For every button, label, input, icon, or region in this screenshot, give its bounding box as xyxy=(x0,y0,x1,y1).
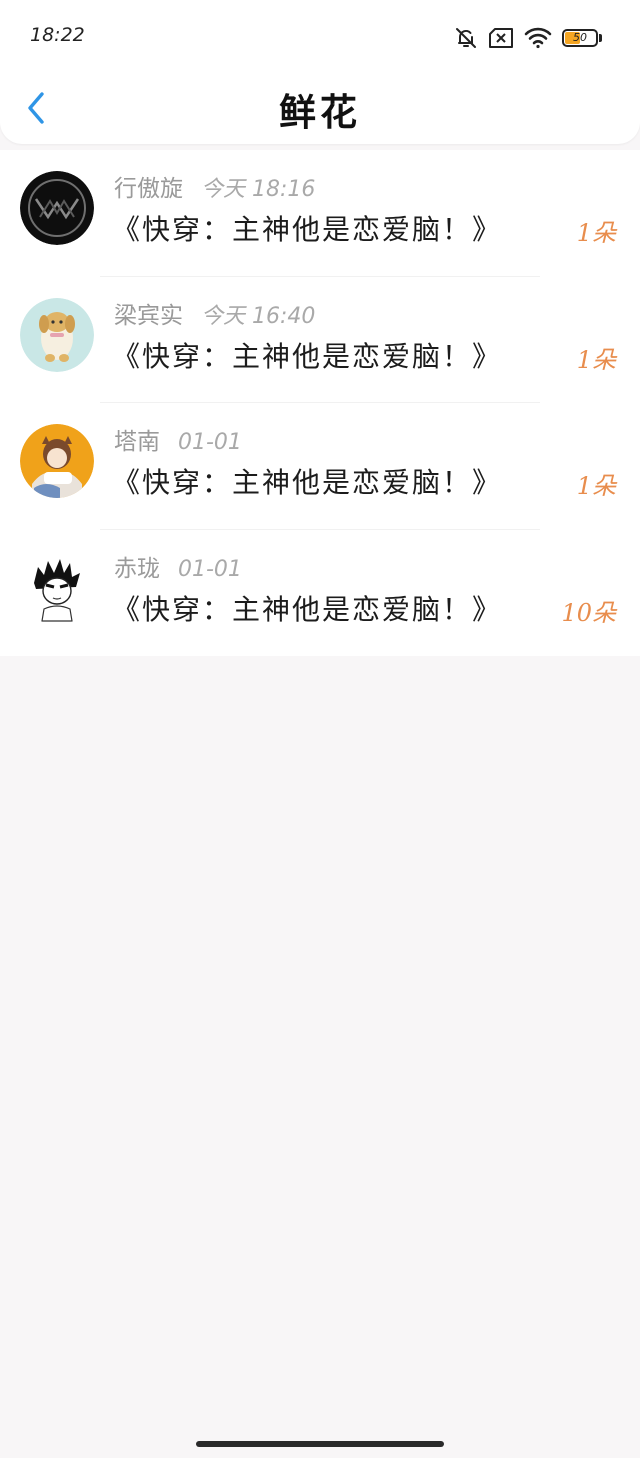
avatar[interactable] xyxy=(20,550,94,625)
battery-icon: 50 xyxy=(562,28,602,48)
gift-meta: 赤珑 01-01 xyxy=(114,549,242,583)
flower-gift-list: 行傲旋 今天 18:16 《快穿：主神他是恋爱脑！》 1朵 梁宾实 今天 16:40 xyxy=(0,150,640,656)
user-name: 赤珑 xyxy=(114,555,160,582)
status-icons: 50 xyxy=(454,24,602,52)
avatar[interactable] xyxy=(20,297,94,372)
home-indicator[interactable] xyxy=(196,1441,444,1447)
list-item[interactable]: 行傲旋 今天 18:16 《快穿：主神他是恋爱脑！》 1朵 xyxy=(0,150,640,277)
book-title: 《快穿：主神他是恋爱脑！》 xyxy=(112,213,503,246)
user-name: 塔南 xyxy=(114,429,160,455)
user-name: 梁宾实 xyxy=(114,302,183,329)
avatar[interactable] xyxy=(20,424,94,498)
gift-time: 01-01 xyxy=(178,430,242,455)
status-time: 18:22 xyxy=(30,24,85,46)
list-item[interactable]: 塔南 01-01 《快穿：主神他是恋爱脑！》 1朵 xyxy=(0,403,640,530)
wifi-icon xyxy=(524,27,552,49)
list-item[interactable]: 赤珑 01-01 《快穿：主神他是恋爱脑！》 10朵 xyxy=(0,530,640,657)
gift-time: 今天 18:16 xyxy=(201,177,316,202)
flower-count: 1朵 xyxy=(576,219,616,247)
gift-time: 01-01 xyxy=(178,556,242,582)
list-item[interactable]: 梁宾实 今天 16:40 《快穿：主神他是恋爱脑！》 1朵 xyxy=(0,277,640,403)
book-title: 《快穿：主神他是恋爱脑！》 xyxy=(112,466,503,499)
page-title: 鲜花 xyxy=(279,90,361,134)
book-title: 《快穿：主神他是恋爱脑！》 xyxy=(112,592,503,626)
flower-count: 10朵 xyxy=(561,598,616,627)
avatar[interactable] xyxy=(20,171,94,245)
flower-count: 1朵 xyxy=(576,345,616,374)
sim-off-icon xyxy=(488,27,514,49)
gift-meta: 行傲旋 今天 18:16 xyxy=(114,169,315,203)
gift-meta: 塔南 01-01 xyxy=(114,422,242,456)
battery-level: 50 xyxy=(573,31,587,44)
book-title: 《快穿：主神他是恋爱脑！》 xyxy=(112,339,503,373)
gift-meta: 梁宾实 今天 16:40 xyxy=(114,296,315,330)
bell-muted-icon xyxy=(454,26,478,50)
flower-count: 1朵 xyxy=(576,472,616,500)
gift-time: 今天 16:40 xyxy=(201,303,316,329)
top-bar: 18:22 50 鲜花 xyxy=(0,0,640,144)
user-name: 行傲旋 xyxy=(114,176,183,202)
